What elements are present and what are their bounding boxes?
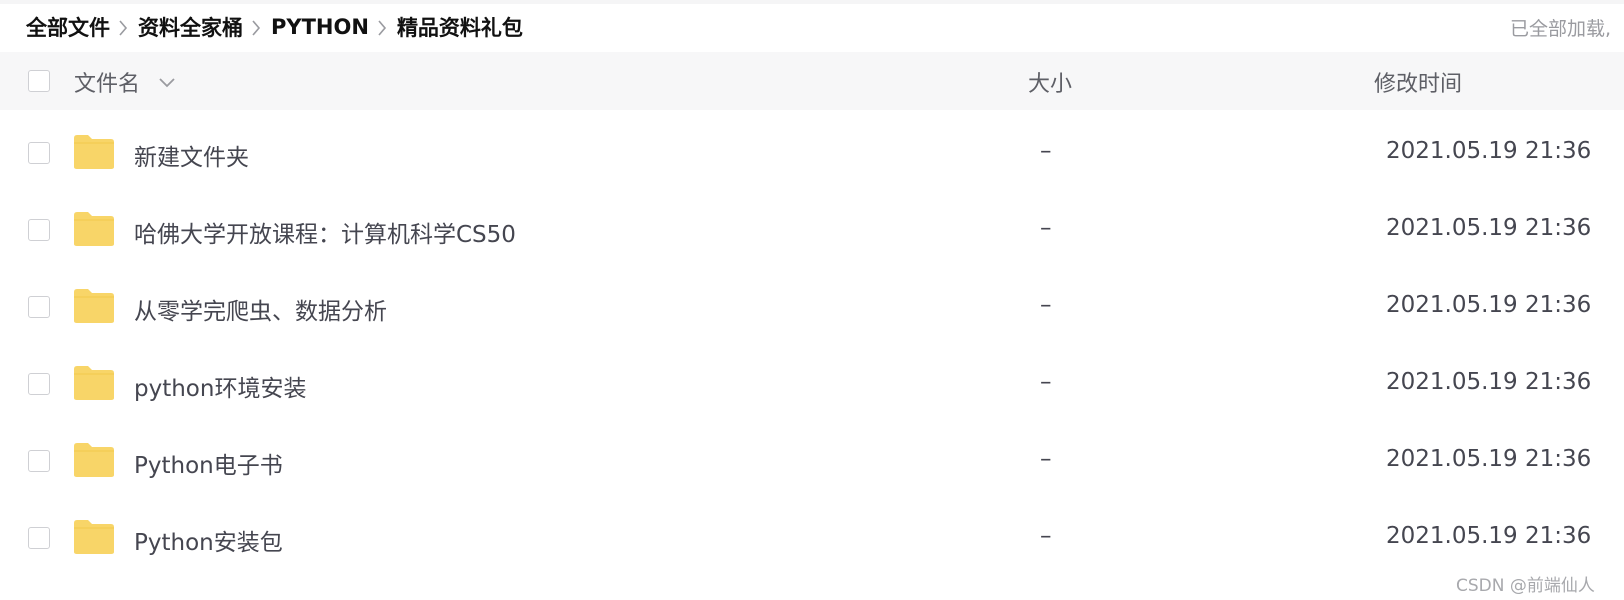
file-size: – [1040, 215, 1052, 241]
select-all-checkbox[interactable] [28, 70, 50, 92]
file-list-header: 文件名 大小 修改时间 [0, 52, 1624, 110]
file-modified-time: 2021.05.19 21:36 [1386, 292, 1592, 318]
chevron-right-icon [243, 10, 271, 44]
row-checkbox[interactable] [28, 373, 50, 395]
folder-icon [74, 366, 114, 400]
breadcrumb-item-family-bucket[interactable]: 资料全家桶 [138, 12, 243, 42]
breadcrumb-item-all-files[interactable]: 全部文件 [26, 12, 110, 42]
file-modified-time: 2021.05.19 21:36 [1386, 369, 1592, 395]
column-header-size[interactable]: 大小 [1028, 66, 1072, 98]
top-divider [0, 0, 1624, 4]
file-size: – [1040, 369, 1052, 395]
column-header-modified[interactable]: 修改时间 [1374, 66, 1462, 98]
file-size: – [1040, 446, 1052, 472]
row-checkbox[interactable] [28, 296, 50, 318]
folder-icon [74, 135, 114, 169]
load-status-text: 已全部加载, [1510, 18, 1612, 40]
file-name[interactable]: 哈佛大学开放课程：计算机科学CS50 [134, 215, 516, 249]
row-checkbox[interactable] [28, 527, 50, 549]
file-name[interactable]: python环境安装 [134, 369, 306, 403]
chevron-right-icon [110, 10, 138, 44]
file-row[interactable]: 哈佛大学开放课程：计算机科学CS50 – 2021.05.19 21:36 [0, 190, 1624, 270]
file-size: – [1040, 138, 1052, 164]
row-checkbox[interactable] [28, 219, 50, 241]
file-row[interactable]: python环境安装 – 2021.05.19 21:36 [0, 344, 1624, 424]
breadcrumb-item-current: 精品资料礼包 [396, 16, 523, 40]
breadcrumb-item-python[interactable]: PYTHON [271, 15, 369, 39]
row-checkbox[interactable] [28, 142, 50, 164]
chevron-right-icon [369, 10, 397, 44]
file-name[interactable]: 从零学完爬虫、数据分析 [134, 292, 387, 326]
column-header-name-label: 文件名 [74, 72, 141, 97]
file-row[interactable]: 新建文件夹 – 2021.05.19 21:36 [0, 113, 1624, 193]
folder-icon [74, 289, 114, 323]
file-name[interactable]: Python安装包 [134, 523, 283, 557]
watermark-text: CSDN @前端仙人 [1456, 576, 1595, 596]
file-size: – [1040, 523, 1052, 549]
file-name[interactable]: Python电子书 [134, 446, 283, 480]
file-name[interactable]: 新建文件夹 [134, 138, 249, 172]
chevron-down-icon[interactable] [158, 70, 176, 95]
file-modified-time: 2021.05.19 21:36 [1386, 215, 1592, 241]
folder-icon [74, 212, 114, 246]
folder-icon [74, 443, 114, 477]
file-modified-time: 2021.05.19 21:36 [1386, 523, 1592, 549]
file-row[interactable]: Python安装包 – 2021.05.19 21:36 [0, 498, 1624, 578]
file-modified-time: 2021.05.19 21:36 [1386, 138, 1592, 164]
column-header-name[interactable]: 文件名 [74, 66, 176, 98]
file-row[interactable]: 从零学完爬虫、数据分析 – 2021.05.19 21:36 [0, 267, 1624, 347]
row-checkbox[interactable] [28, 450, 50, 472]
folder-icon [74, 520, 114, 554]
breadcrumb: 全部文件 资料全家桶 PYTHON 精品资料礼包 [26, 10, 523, 44]
file-modified-time: 2021.05.19 21:36 [1386, 446, 1592, 472]
file-size: – [1040, 292, 1052, 318]
file-row[interactable]: Python电子书 – 2021.05.19 21:36 [0, 421, 1624, 501]
